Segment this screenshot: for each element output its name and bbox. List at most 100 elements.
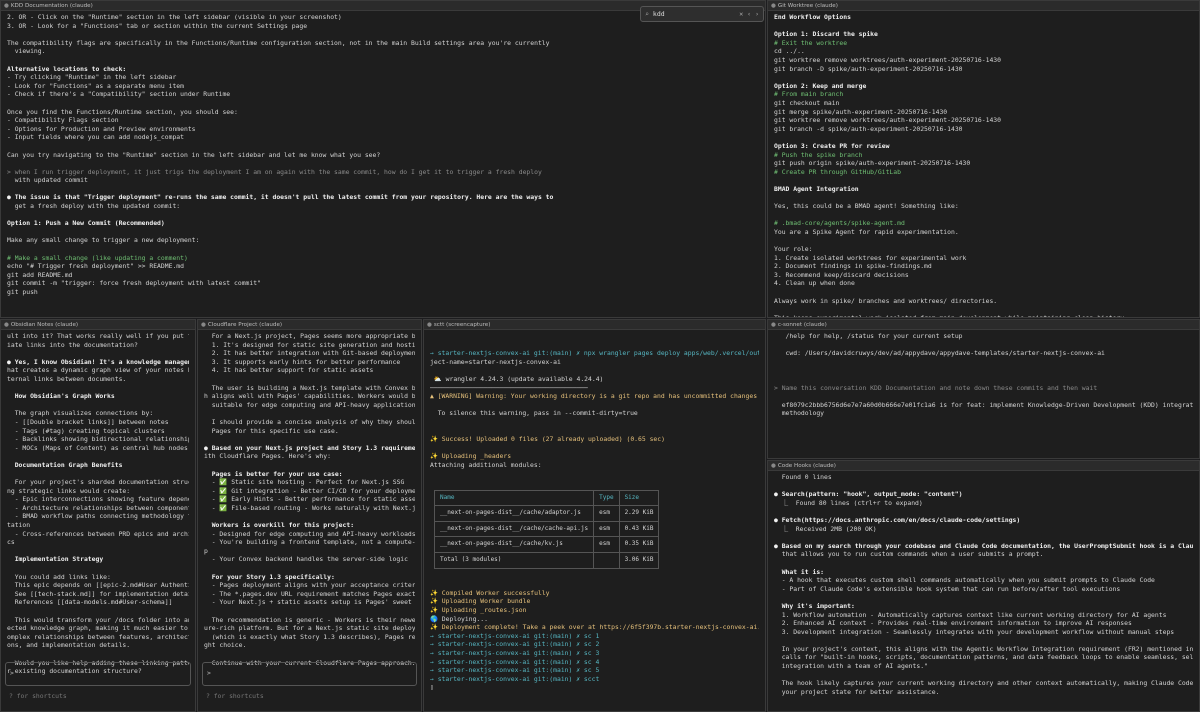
terminal-line: For your project's sharded documentation… xyxy=(14,478,189,487)
terminal-line: - Input fields where you can add nodejs_… xyxy=(7,133,184,142)
terminal-line: 2. Document findings in spike-findings.m… xyxy=(774,262,932,271)
terminal-line: - Compatibility Flags section xyxy=(7,116,119,125)
terminal-line: - Pages deployment aligns with your acce… xyxy=(204,581,415,590)
terminal-line: ✨ Deployment complete! Take a peek over … xyxy=(430,623,759,632)
terminal-line: 4. Clean up when done xyxy=(774,279,855,288)
terminal-line: ● Based on my search through your codeba… xyxy=(774,541,1193,550)
pane-git-worktree[interactable]: ● Git Worktree (claude) End Workflow Opti… xyxy=(767,0,1200,318)
terminal-line: 4. It has better support for static asse… xyxy=(204,366,374,375)
next-match-button[interactable]: › xyxy=(755,10,759,18)
terminal-line: - Architecture relationships between com… xyxy=(7,503,189,512)
terminal-line: Implementation Strategy xyxy=(7,555,104,564)
terminal-line: - ✅ Git integration - Better CI/CD for y… xyxy=(211,486,415,495)
terminal-line: ● Based on your Next.js project and Stor… xyxy=(204,443,415,452)
terminal-line: → starter-nextjs-convex-ai git:(main) ✗ … xyxy=(430,657,600,666)
terminal-line: - Your Next.js + static assets setup is … xyxy=(204,598,415,607)
terminal-line: git push xyxy=(7,288,38,296)
terminal-line: This would transform your /docs folder i… xyxy=(14,615,189,624)
terminal-line: p xyxy=(204,546,208,555)
terminal-line: ef8079c2bbb6756d6e7e7a60d0b666e7e01fc1a6… xyxy=(781,400,1193,409)
terminal-line: git worktree remove worktrees/auth-exper… xyxy=(774,55,1002,64)
terminal-line: - Look for "Functions" as a separate men… xyxy=(7,81,184,90)
terminal-output: End Workflow Options Option 1: Discard th… xyxy=(768,11,1199,318)
terminal-line: In your project's context, this aligns w… xyxy=(781,644,1193,653)
terminal-line: Documentation Graph Benefits xyxy=(7,460,123,469)
terminal-line: 1. Create isolated worktrees for experim… xyxy=(774,253,967,262)
terminal-line: Attaching additional modules: xyxy=(430,460,542,469)
terminal-line: - A hook that executes custom shell comm… xyxy=(774,576,1155,585)
pane-sctt-terminal[interactable]: ● sctt (screencapture) → starter-nextjs-c… xyxy=(423,319,766,712)
terminal-line: You are a Spike Agent for rapid experime… xyxy=(774,227,959,236)
terminal-line: git commit -m "trigger: force fresh depl… xyxy=(7,279,261,288)
clear-icon[interactable]: ✕ xyxy=(739,10,743,18)
terminal-line: 3. Development integration - Seamlessly … xyxy=(774,627,1175,636)
prompt-input[interactable]: > xyxy=(5,662,191,686)
table-cell: 3.06 KiB xyxy=(618,552,660,569)
previous-match-button[interactable]: ‹ xyxy=(747,10,751,18)
terminal-line: - You're building a frontend template, n… xyxy=(211,538,415,547)
terminal-line: tation xyxy=(7,521,31,530)
terminal-line: What it is: xyxy=(774,567,825,576)
terminal-line: → starter-nextjs-convex-ai git:(main) ✗ … xyxy=(430,649,600,657)
table-cell: 2.29 KiB xyxy=(618,505,660,522)
table-cell: __next-on-pages-dist__/cache/cache-api.j… xyxy=(433,520,595,538)
terminal-line: This keeps experimental work isolated fr… xyxy=(774,313,1128,318)
terminal-line: Option 1: Push a New Commit (Recommended… xyxy=(7,219,165,228)
terminal-line: You could add links like: xyxy=(7,572,111,581)
terminal-line: This epic depends on [[epic-2.md#User Au… xyxy=(14,581,189,590)
pane-c-sonnet[interactable]: ● c-sonnet (claude) /help for help, /stat… xyxy=(767,319,1200,459)
terminal-line: # .bmad-core/agents/spike-agent.md xyxy=(774,219,905,228)
terminal-line: git branch -d spike/auth-experiment-2025… xyxy=(774,124,963,133)
terminal-line: → starter-nextjs-convex-ai git:(main) ✗ … xyxy=(430,640,600,649)
pane-title: ● Code Hooks (claude) xyxy=(768,461,1199,471)
terminal-line: ▲ [WARNING] Warning: Your working direct… xyxy=(430,392,758,401)
terminal-line: End Workflow Options xyxy=(774,13,851,21)
pane-title: ● Git Worktree (claude) xyxy=(768,1,1199,11)
terminal-line: 2. Enhanced AI context - Provides real-t… xyxy=(774,619,1132,628)
terminal-line: Make any small change to trigger a new d… xyxy=(7,236,200,245)
terminal-line: ject-name=starter-nextjs-convex-ai xyxy=(430,357,561,366)
terminal-line: ✨ Uploading _headers xyxy=(430,452,512,461)
terminal-output: ult into it? That works really well if y… xyxy=(1,330,195,678)
terminal-line: - The *.pages.dev URL requirement matche… xyxy=(204,589,415,598)
terminal-line: h aligns well with Pages' capabilities. … xyxy=(204,392,415,401)
pane-cloudflare-project[interactable]: ● Cloudflare Project (claude) For a Next.… xyxy=(197,319,422,712)
table-cell: 0.43 KiB xyxy=(618,520,660,538)
find-bar[interactable]: ⌕ ✕ ‹ › xyxy=(640,6,764,22)
terminal-line: ⎿ Received 2MB (200 OK) xyxy=(774,524,877,533)
terminal-icon: ● xyxy=(4,3,9,9)
pane-kdd-documentation[interactable]: ● KDD Documentation (claude) 2. OR - Clic… xyxy=(0,0,766,318)
terminal-line: - Part of Claude Code's extensible hook … xyxy=(774,584,1121,593)
terminal-line: # Make a small change (like updating a c… xyxy=(7,253,188,262)
terminal-line: ● Fetch(https://docs.anthropic.com/en/do… xyxy=(774,515,1021,524)
shortcuts-hint: ? for shortcuts xyxy=(9,692,67,700)
search-input[interactable] xyxy=(652,10,736,18)
pane-code-hooks[interactable]: ● Code Hooks (claude) Found 0 lines ● Sear… xyxy=(767,460,1200,712)
prompt-input[interactable]: > xyxy=(202,662,417,686)
pane-obsidian-notes[interactable]: ● Obsidian Notes (claude) ult into it? Th… xyxy=(0,319,196,712)
table-cell: esm xyxy=(593,505,620,522)
table-header: Type xyxy=(593,489,620,507)
terminal-line: 3. OR - Look for a "Functions" tab or se… xyxy=(7,21,308,30)
terminal-line: - ✅ File-based routing - Works naturally… xyxy=(211,503,415,512)
table-cell: __next-on-pages-dist__/cache/kv.js xyxy=(433,536,595,554)
terminal-line: For a Next.js project, Pages seems more … xyxy=(211,332,415,340)
table-row: __next-on-pages-dist__/cache/kv.js esm 0.3… xyxy=(433,536,660,554)
terminal-line: > Name this conversation KDD Documentati… xyxy=(774,383,1098,392)
terminal-line: Found 0 lines xyxy=(774,473,832,481)
terminal-line: ng strategic links would create: xyxy=(7,486,131,495)
pane-title: ● c-sonnet (claude) xyxy=(768,320,1199,330)
